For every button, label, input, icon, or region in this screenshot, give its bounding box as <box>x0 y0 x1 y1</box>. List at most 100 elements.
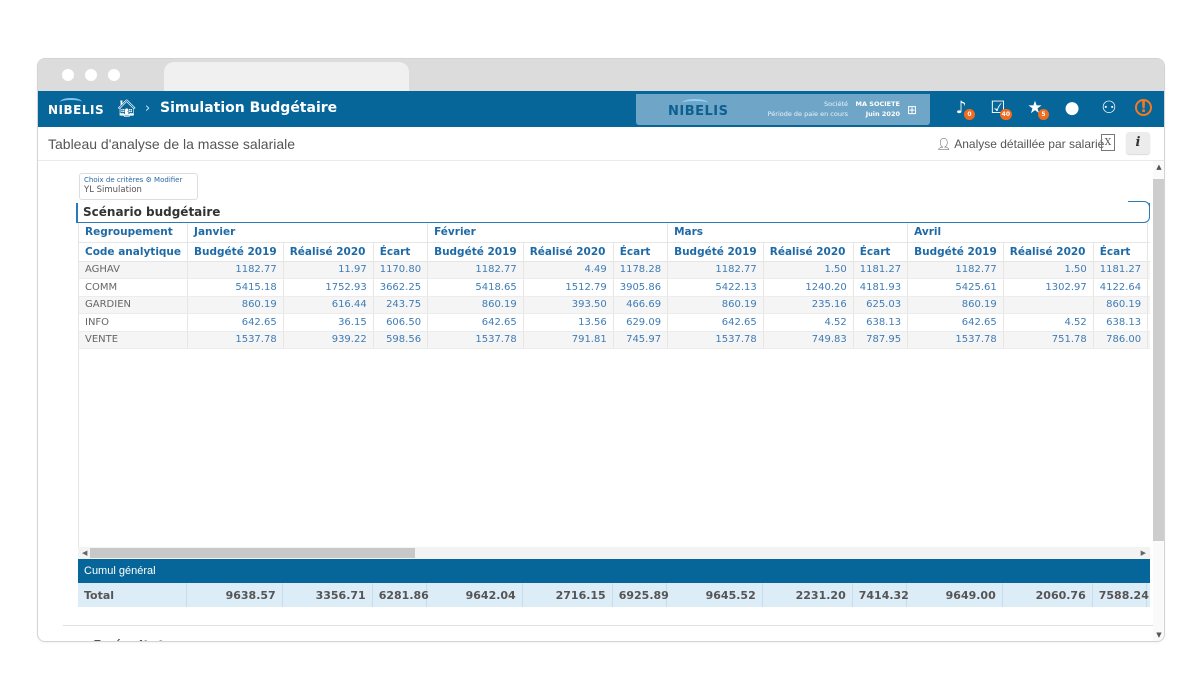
table-row[interactable]: INFO 642.65 36.15 606.50 642.65 13.56 629.09 64… <box>79 313 1150 332</box>
favorites-badge: 5 <box>1038 109 1049 120</box>
tasks-icon[interactable]: ☑ 40 <box>987 97 1012 120</box>
total-value-cell: 9645.52 <box>666 583 763 607</box>
nibelis-logo[interactable]: NIBELIS <box>48 98 104 117</box>
browser-tab[interactable] <box>164 62 409 91</box>
vertical-scrollbar[interactable]: ▲ ▼ <box>1153 161 1164 641</box>
column-header[interactable]: Budgété 2019 <box>667 242 764 262</box>
column-header[interactable]: Budgété 2019 <box>187 242 284 262</box>
window-controls <box>62 69 120 81</box>
user-icon[interactable]: ● <box>1061 97 1083 119</box>
value-cell: 638.13 <box>853 313 909 332</box>
window-dot[interactable] <box>62 69 74 81</box>
value-cell: 11 <box>1147 261 1150 279</box>
column-header[interactable]: Réalisé 2020 <box>523 242 614 262</box>
excel-export-icon[interactable]: X <box>1101 134 1115 151</box>
column-header[interactable]: Budgété <box>1147 242 1150 262</box>
company-label: Société <box>823 100 848 108</box>
page-header: Tableau d'analyse de la masse salariale … <box>38 127 1164 161</box>
value-cell: 598.56 <box>373 331 429 349</box>
total-value-cell: 7588.24 <box>1092 583 1149 607</box>
vertical-scroll-thumb[interactable] <box>1153 179 1164 541</box>
column-header[interactable]: Réalisé 2020 <box>763 242 854 262</box>
total-value-cell: 9649.00 <box>906 583 1003 607</box>
org-chart-icon[interactable]: ⊞ <box>907 103 917 117</box>
scroll-right-icon[interactable]: ▶ <box>1141 547 1146 559</box>
detailed-analysis-link[interactable]: 👤︎ Analyse détaillée par salarié <box>936 137 1104 151</box>
table-row[interactable]: GARDIEN 860.19 616.44 243.75 860.19 393.50 466… <box>79 296 1150 314</box>
code-header[interactable]: Code analytique <box>79 242 189 262</box>
horizontal-scrollbar[interactable]: ◀ ▶ <box>78 547 1150 559</box>
total-value-cell: 6925.89 <box>612 583 669 607</box>
criteria-box: Choix de critères ⚙ Modifier YL Simulati… <box>79 173 198 200</box>
period-label: Période de paie en cours <box>767 110 848 118</box>
power-icon[interactable]: ! <box>1135 99 1152 116</box>
star-icon[interactable]: ★ 5 <box>1024 97 1049 120</box>
value-cell: 8 <box>1147 296 1150 314</box>
value-cell: 3662.25 <box>373 278 429 297</box>
bell-icon[interactable]: ♪ 0 <box>950 97 975 120</box>
value-cell: 1182.77 <box>667 261 764 279</box>
company-panel[interactable]: NIBELIS Société Période de paie en cours… <box>636 94 930 125</box>
value-cell: 5422.13 <box>667 278 764 297</box>
scroll-left-icon[interactable]: ◀ <box>82 547 87 559</box>
total-value-cell: 9638.57 <box>186 583 283 607</box>
value-cell: 1182.77 <box>427 261 524 279</box>
value-cell: 243.75 <box>373 296 429 314</box>
column-header[interactable]: Budgété 2019 <box>907 242 1004 262</box>
modify-link[interactable]: Modifier <box>154 176 182 184</box>
total-value-cell: 2716.15 <box>522 583 613 607</box>
value-cell: 629.09 <box>613 313 669 332</box>
value-cell: 36.15 <box>283 313 374 332</box>
total-value-cell: 9642.04 <box>426 583 523 607</box>
column-header[interactable]: Budgété 2019 <box>427 242 524 262</box>
breadcrumb-separator: › <box>145 101 151 116</box>
total-row: Total 9638.57 3356.71 6281.86 9642.04 2716.15… <box>78 583 1150 607</box>
scroll-down-icon[interactable]: ▼ <box>1153 631 1164 639</box>
tasks-badge: 40 <box>999 109 1012 120</box>
table-row[interactable]: COMM 5415.18 1752.93 3662.25 5418.65 1512.79 3… <box>79 278 1150 297</box>
value-cell: 939.22 <box>283 331 374 349</box>
home-icon[interactable]: 🏠︎ <box>116 99 138 119</box>
column-header[interactable]: Écart <box>1093 242 1149 262</box>
detailed-analysis-label: Analyse détaillée par salarié <box>954 137 1105 151</box>
column-header[interactable]: Écart <box>373 242 429 262</box>
group-header[interactable]: Regroupement <box>79 223 189 243</box>
value-cell: 860.19 <box>1093 296 1149 314</box>
value-cell: 616.44 <box>283 296 374 314</box>
horizontal-scroll-thumb[interactable] <box>90 548 415 558</box>
info-button[interactable]: i <box>1126 132 1150 154</box>
value-cell: 860.19 <box>187 296 284 314</box>
window-dot[interactable] <box>85 69 97 81</box>
value-cell: 4122.64 <box>1093 278 1149 297</box>
column-header[interactable]: Réalisé 2020 <box>1003 242 1094 262</box>
cumul-general-header: Cumul général <box>78 559 1150 583</box>
value-cell <box>1003 296 1094 314</box>
column-header[interactable]: Écart <box>853 242 909 262</box>
total-value-cell: 3356.71 <box>282 583 373 607</box>
month-header[interactable]: Avril <box>907 223 1149 243</box>
value-cell: 6 <box>1147 313 1150 332</box>
value-cell: 1537.78 <box>907 331 1004 349</box>
value-cell: 1537.78 <box>427 331 524 349</box>
column-header[interactable]: Réalisé 2020 <box>283 242 374 262</box>
column-header[interactable]: Écart <box>613 242 669 262</box>
month-header[interactable]: Février <box>427 223 669 243</box>
month-header[interactable]: Mars <box>667 223 909 243</box>
page-subtitle: Tableau d'analyse de la masse salariale <box>48 136 296 152</box>
value-cell: 860.19 <box>427 296 524 314</box>
table-row[interactable]: VENTE 1537.78 939.22 598.56 1537.78 791.81 745… <box>79 331 1150 349</box>
notification-badge: 0 <box>964 109 975 120</box>
users-icon[interactable]: ⚇ <box>1098 97 1120 119</box>
value-cell: 1302.97 <box>1003 278 1094 297</box>
scenario-title: Scénario budgétaire <box>83 205 221 219</box>
value-cell: 749.83 <box>763 331 854 349</box>
analytic-code-cell: VENTE <box>79 331 189 349</box>
scroll-up-icon[interactable]: ▲ <box>1153 163 1164 171</box>
window-dot[interactable] <box>108 69 120 81</box>
month-header[interactable]: Janvier <box>187 223 429 243</box>
page-title: Simulation Budgétaire <box>160 100 338 116</box>
table-row[interactable]: AGHAV 1182.77 11.97 1170.80 1182.77 4.49 1178.… <box>79 261 1150 279</box>
analytic-code-cell: INFO <box>79 313 189 332</box>
month-header[interactable]: Mai <box>1147 223 1150 243</box>
value-cell: 1181.27 <box>853 261 909 279</box>
